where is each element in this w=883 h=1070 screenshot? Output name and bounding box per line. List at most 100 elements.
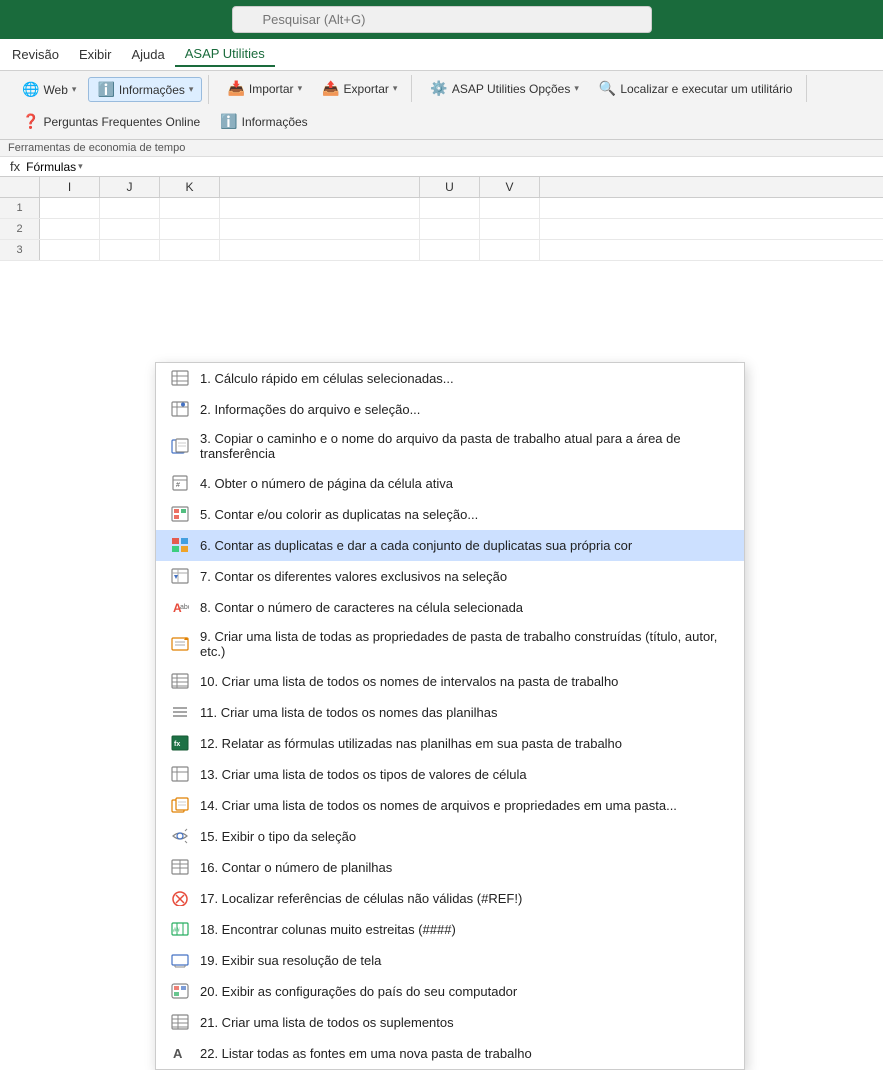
- ribbon-localizar-label: Localizar e executar um utilitário: [620, 82, 792, 96]
- menu-item-10[interactable]: 10. Criar uma lista de todos os nomes de…: [156, 666, 744, 697]
- formula-arrow[interactable]: ▾: [78, 161, 83, 172]
- menu-item-15[interactable]: 15. Exibir o tipo da seleção: [156, 821, 744, 852]
- menu-item-19[interactable]: 19. Exibir sua resolução de tela: [156, 945, 744, 976]
- ribbon-web-label: Web: [43, 83, 67, 97]
- menu-text-12: 12. Relatar as fórmulas utilizadas nas p…: [200, 736, 730, 751]
- menu-icon-5: [170, 505, 190, 523]
- menu-icon-14: [170, 796, 190, 814]
- ribbon-informacoes-btn[interactable]: ℹ️ Informações ▾: [88, 77, 202, 102]
- ribbon-informacoes-label: Informações: [119, 83, 185, 97]
- menu-item-1[interactable]: 1. Cálculo rápido em células selecionada…: [156, 363, 744, 394]
- menu-icon-12: fx: [170, 734, 190, 752]
- menu-text-14: 14. Criar uma lista de todos os nomes de…: [200, 798, 730, 813]
- menu-text-8: 8. Contar o número de caracteres na célu…: [200, 600, 730, 615]
- asap-options-arrow: ▾: [574, 83, 579, 94]
- menu-item-5[interactable]: 5. Contar e/ou colorir as duplicatas na …: [156, 499, 744, 530]
- menu-icon-3: [170, 437, 190, 455]
- menu-text-5: 5. Contar e/ou colorir as duplicatas na …: [200, 507, 730, 522]
- menu-item-7[interactable]: 7. Contar os diferentes valores exclusiv…: [156, 561, 744, 592]
- sheet-row: 3: [0, 240, 883, 261]
- ribbon: 🌐 Web ▾ ℹ️ Informações ▾ 📥 Importar ▾ 📤 …: [0, 71, 883, 140]
- menu-item-3[interactable]: 3. Copiar o caminho e o nome do arquivo …: [156, 425, 744, 468]
- menu-text-9: 9. Criar uma lista de todas as proprieda…: [200, 629, 730, 659]
- menu-item-17[interactable]: 17. Localizar referências de células não…: [156, 883, 744, 914]
- info-dropdown-arrow: ▾: [189, 84, 194, 95]
- hint-label: Ferramentas de economia de tempo: [8, 142, 185, 154]
- web-icon: 🌐: [22, 81, 39, 98]
- svg-text:#: #: [176, 482, 180, 489]
- ribbon-faq-label: Perguntas Frequentes Online: [43, 115, 200, 129]
- formula-icon: fx: [4, 159, 26, 174]
- menu-text-6: 6. Contar as duplicatas e dar a cada con…: [200, 538, 730, 553]
- menu-item-21[interactable]: 21. Criar uma lista de todos os suplemen…: [156, 1007, 744, 1038]
- asap-options-icon: ⚙️: [430, 80, 447, 97]
- ribbon-info-label: Informações: [242, 115, 308, 129]
- menu-text-17: 17. Localizar referências de células não…: [200, 891, 730, 906]
- menu-item-6[interactable]: 6. Contar as duplicatas e dar a cada con…: [156, 530, 744, 561]
- menu-item-8[interactable]: Aabc 8. Contar o número de caracteres na…: [156, 592, 744, 623]
- menu-item-22[interactable]: A 22. Listar todas as fontes em uma nova…: [156, 1038, 744, 1069]
- menu-item-11[interactable]: 11. Criar uma lista de todos os nomes da…: [156, 697, 744, 728]
- menu-text-10: 10. Criar uma lista de todos os nomes de…: [200, 674, 730, 689]
- menu-text-2: 2. Informações do arquivo e seleção...: [200, 402, 730, 417]
- menu-text-13: 13. Criar uma lista de todos os tipos de…: [200, 767, 730, 782]
- menu-icon-6: [170, 536, 190, 554]
- col-header-j: J: [100, 177, 160, 197]
- menu-text-3: 3. Copiar o caminho e o nome do arquivo …: [200, 431, 730, 461]
- menu-icon-16: [170, 858, 190, 876]
- menu-icon-8: Aabc: [170, 598, 190, 616]
- ribbon-exportar-btn[interactable]: 📤 Exportar ▾: [314, 77, 405, 100]
- menu-text-21: 21. Criar uma lista de todos os suplemen…: [200, 1015, 730, 1030]
- exportar-icon: 📤: [322, 80, 339, 97]
- search-wrapper: 🔍: [232, 6, 652, 33]
- menu-asap[interactable]: ASAP Utilities: [175, 42, 275, 67]
- col-header-v: V: [480, 177, 540, 197]
- ribbon-importar-label: Importar: [249, 82, 294, 96]
- menu-bar: Revisão Exibir Ajuda ASAP Utilities: [0, 39, 883, 71]
- menu-exibir[interactable]: Exibir: [69, 43, 122, 66]
- menu-icon-4: #: [170, 474, 190, 492]
- menu-item-16[interactable]: 16. Contar o número de planilhas: [156, 852, 744, 883]
- menu-icon-1: [170, 369, 190, 387]
- hint-bar: Ferramentas de economia de tempo: [0, 140, 883, 157]
- menu-item-13[interactable]: 13. Criar uma lista de todos os tipos de…: [156, 759, 744, 790]
- menu-item-4[interactable]: # 4. Obter o número de página da célula …: [156, 468, 744, 499]
- menu-icon-15: [170, 827, 190, 845]
- menu-item-9[interactable]: 9. Criar uma lista de todas as proprieda…: [156, 623, 744, 666]
- ribbon-localizar-btn[interactable]: 🔍 Localizar e executar um utilitário: [591, 77, 801, 100]
- formula-label: Fórmulas: [26, 160, 76, 174]
- ribbon-group-4: ❓ Perguntas Frequentes Online ℹ️ Informa…: [8, 108, 322, 135]
- menu-text-18: 18. Encontrar colunas muito estreitas (#…: [200, 922, 730, 937]
- col-header-u: U: [420, 177, 480, 197]
- menu-item-14[interactable]: 14. Criar uma lista de todos os nomes de…: [156, 790, 744, 821]
- menu-item-18[interactable]: ## 18. Encontrar colunas muito estreitas…: [156, 914, 744, 945]
- ribbon-importar-btn[interactable]: 📥 Importar ▾: [219, 77, 310, 100]
- menu-item-2[interactable]: 2. Informações do arquivo e seleção...: [156, 394, 744, 425]
- menu-text-22: 22. Listar todas as fontes em uma nova p…: [200, 1046, 730, 1061]
- sheet-row: 1: [0, 198, 883, 219]
- menu-text-15: 15. Exibir o tipo da seleção: [200, 829, 730, 844]
- menu-icon-9: [170, 635, 190, 653]
- faq-icon: ❓: [22, 113, 39, 130]
- menu-icon-22: A: [170, 1044, 190, 1062]
- ribbon-web-btn[interactable]: 🌐 Web ▾: [14, 78, 84, 101]
- ribbon-group-2: 📥 Importar ▾ 📤 Exportar ▾: [213, 75, 412, 102]
- menu-icon-2: [170, 400, 190, 418]
- menu-item-12[interactable]: fx 12. Relatar as fórmulas utilizadas na…: [156, 728, 744, 759]
- menu-icon-10: [170, 672, 190, 690]
- menu-icon-20: [170, 982, 190, 1000]
- search-input[interactable]: [232, 6, 652, 33]
- menu-revisao[interactable]: Revisão: [2, 43, 69, 66]
- menu-text-7: 7. Contar os diferentes valores exclusiv…: [200, 569, 730, 584]
- menu-ajuda[interactable]: Ajuda: [121, 43, 174, 66]
- ribbon-faq-btn[interactable]: ❓ Perguntas Frequentes Online: [14, 110, 208, 133]
- ribbon-info-btn[interactable]: ℹ️ Informações: [212, 110, 315, 133]
- importar-icon: 📥: [227, 80, 244, 97]
- ribbon-asap-options-label: ASAP Utilities Opções: [452, 82, 571, 96]
- menu-item-20[interactable]: 20. Exibir as configurações do país do s…: [156, 976, 744, 1007]
- ribbon-group-3: ⚙️ ASAP Utilities Opções ▾ 🔍 Localizar e…: [416, 75, 807, 102]
- ribbon-asap-options-btn[interactable]: ⚙️ ASAP Utilities Opções ▾: [422, 77, 586, 100]
- col-header-rownum: [0, 177, 40, 197]
- menu-icon-19: [170, 951, 190, 969]
- ribbon-info-icon: ℹ️: [220, 113, 237, 130]
